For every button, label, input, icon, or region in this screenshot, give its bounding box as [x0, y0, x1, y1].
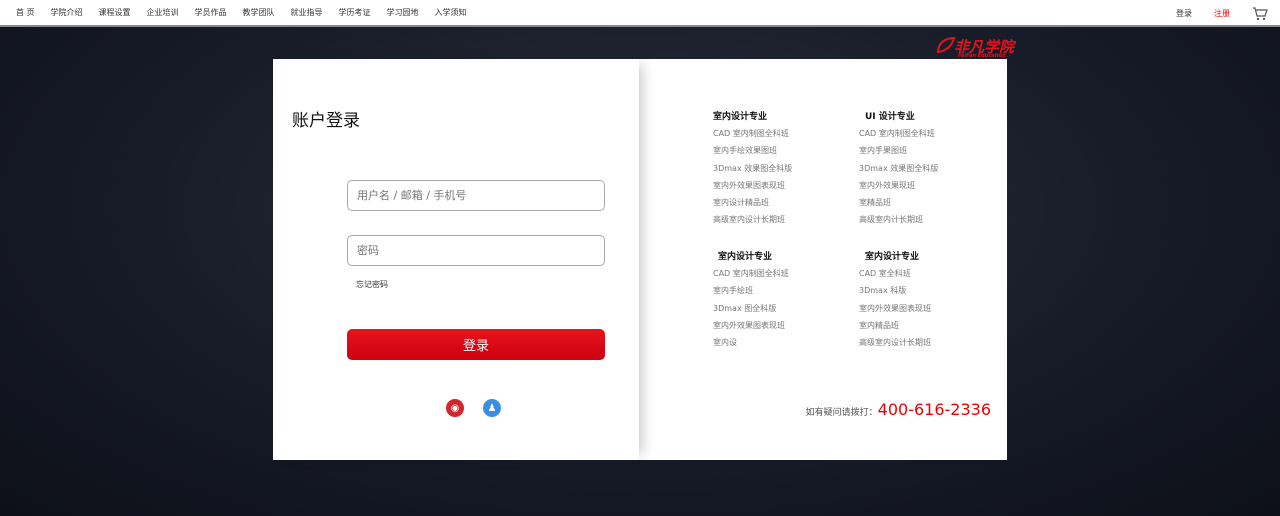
nav-about[interactable]: 学院介绍 — [51, 7, 83, 18]
course-group: 室内设计专业 CAD 室内制图全科班 室内手绘班 3Dmax 图全科版 室内外效… — [713, 249, 789, 354]
top-nav-bar: 首 页 学院介绍 课程设置 企业培训 学员作品 教学团队 就业指导 学历考证 学… — [0, 0, 1280, 27]
top-register-link[interactable]: 注册 — [1214, 8, 1230, 19]
course-link[interactable]: 室内设计精品班 — [713, 197, 792, 214]
top-login-link[interactable]: 登录 — [1176, 8, 1192, 19]
course-link[interactable]: CAD 室内制图全科班 — [713, 128, 792, 145]
qq-icon[interactable]: ♟ — [483, 399, 501, 417]
course-group-title: UI 设计专业 — [865, 112, 915, 122]
main-nav: 首 页 学院介绍 课程设置 企业培训 学员作品 教学团队 就业指导 学历考证 学… — [16, 7, 483, 18]
course-group-title: 室内设计专业 — [718, 252, 773, 262]
nav-enterprise[interactable]: 企业培训 — [147, 7, 179, 18]
course-group-title: 室内设计专业 — [865, 252, 920, 262]
course-group: 室内设计专业 CAD 室全科班 3Dmax 科版 室内外效果图表现班 室内精品班… — [859, 249, 931, 354]
nav-team[interactable]: 教学团队 — [243, 7, 275, 18]
course-link[interactable]: 室内外效果现班 — [859, 180, 938, 197]
course-link[interactable]: 室内外效果图表现班 — [859, 303, 931, 320]
nav-learning[interactable]: 学习园地 — [387, 7, 419, 18]
nav-admission[interactable]: 入学须知 — [435, 7, 467, 18]
cart-icon[interactable] — [1252, 6, 1268, 21]
course-link[interactable]: 室内外效果图表现班 — [713, 180, 792, 197]
course-link[interactable]: 高级室内计长期班 — [859, 214, 938, 231]
course-group: UI 设计专业 CAD 室内制图全科班 室内手果图班 3Dmax 效果图全科版 … — [859, 109, 938, 232]
course-link[interactable]: 3Dmax 效果图全科版 — [713, 163, 792, 180]
forgot-password-link[interactable]: 忘记密码 — [356, 279, 388, 290]
course-link[interactable]: CAD 室全科班 — [859, 268, 931, 285]
nav-home[interactable]: 首 页 — [16, 7, 35, 18]
course-link[interactable]: CAD 室内制图全科班 — [859, 128, 938, 145]
login-panel: 账户登录 忘记密码 登录 ◉ ♟ — [273, 59, 639, 460]
weibo-icon[interactable]: ◉ — [446, 399, 464, 417]
login-card: 账户登录 忘记密码 登录 ◉ ♟ 室内设计专业 CAD 室内制图全科班 室内手绘… — [273, 59, 1007, 460]
contact-label: 如有疑问请拨打： — [805, 408, 878, 418]
nav-courses[interactable]: 课程设置 — [99, 7, 131, 18]
course-link[interactable]: 3Dmax 效果图全科版 — [859, 163, 938, 180]
nav-career[interactable]: 就业指导 — [291, 7, 323, 18]
contact-info: 如有疑问请拨打：400-616-2336 — [806, 400, 991, 419]
course-link[interactable]: 室精品班 — [859, 197, 938, 214]
course-link[interactable]: 高级室内设计长期班 — [713, 214, 792, 231]
course-link[interactable]: 室内设 — [713, 337, 789, 354]
course-group: 室内设计专业 CAD 室内制图全科班 室内手绘效果图班 3Dmax 效果图全科版… — [713, 109, 792, 232]
logo[interactable]: 非凡学院 FeiFan Education — [936, 36, 1014, 59]
course-link[interactable]: 室内手绘效果图班 — [713, 145, 792, 162]
nav-certificate[interactable]: 学历考证 — [339, 7, 371, 18]
course-link[interactable]: 室内精品班 — [859, 320, 931, 337]
course-link[interactable]: 室内外效果图表现班 — [713, 320, 789, 337]
password-input[interactable] — [347, 235, 605, 266]
leaf-logo-icon — [936, 36, 956, 54]
course-link[interactable]: 室内手绘班 — [713, 285, 789, 302]
nav-works[interactable]: 学员作品 — [195, 7, 227, 18]
course-group-title: 室内设计专业 — [713, 112, 768, 122]
login-title: 账户登录 — [292, 111, 360, 131]
course-link[interactable]: 3Dmax 科版 — [859, 285, 931, 302]
course-link[interactable]: 高级室内设计长期班 — [859, 337, 931, 354]
course-link[interactable]: CAD 室内制图全科班 — [713, 268, 789, 285]
login-button[interactable]: 登录 — [347, 329, 605, 360]
course-link[interactable]: 3Dmax 图全科版 — [713, 303, 789, 320]
username-input[interactable] — [347, 180, 605, 211]
contact-phone: 400-616-2336 — [877, 400, 991, 419]
course-link[interactable]: 室内手果图班 — [859, 145, 938, 162]
